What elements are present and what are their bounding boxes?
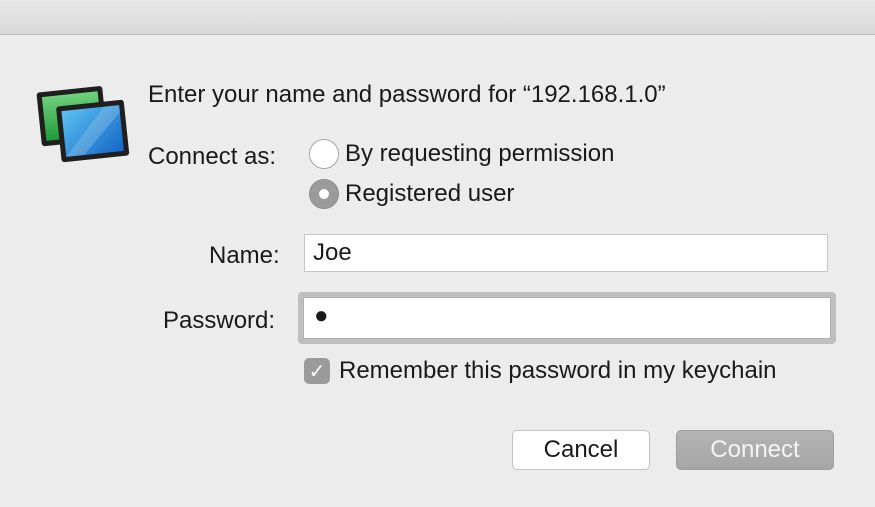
radio-button-unselected[interactable]	[309, 139, 339, 169]
connect-dialog: Enter your name and password for “192.16…	[0, 35, 875, 507]
remember-password-checkbox-row[interactable]: ✓ Remember this password in my keychain	[304, 357, 777, 385]
name-label: Name:	[209, 242, 280, 269]
name-field[interactable]	[304, 234, 828, 272]
radio-label: By requesting permission	[345, 140, 615, 167]
checkbox-checked[interactable]: ✓	[304, 358, 330, 384]
dialog-prompt: Enter your name and password for “192.16…	[148, 81, 666, 108]
connect-as-label: Connect as:	[148, 143, 277, 170]
connect-button[interactable]: Connect	[676, 430, 834, 470]
cancel-button[interactable]: Cancel	[512, 430, 650, 470]
password-field[interactable]: ●	[303, 297, 831, 339]
password-label: Password:	[163, 307, 276, 334]
radio-by-requesting-permission[interactable]: By requesting permission	[309, 139, 614, 169]
radio-dot	[319, 189, 329, 199]
radio-button-selected[interactable]	[309, 179, 339, 209]
password-focus-ring: ●	[298, 292, 836, 344]
radio-registered-user[interactable]: Registered user	[309, 179, 514, 209]
screen-sharing-icon	[36, 86, 130, 163]
radio-label: Registered user	[345, 180, 515, 207]
window-titlebar	[0, 0, 875, 35]
remember-password-label: Remember this password in my keychain	[339, 357, 777, 384]
